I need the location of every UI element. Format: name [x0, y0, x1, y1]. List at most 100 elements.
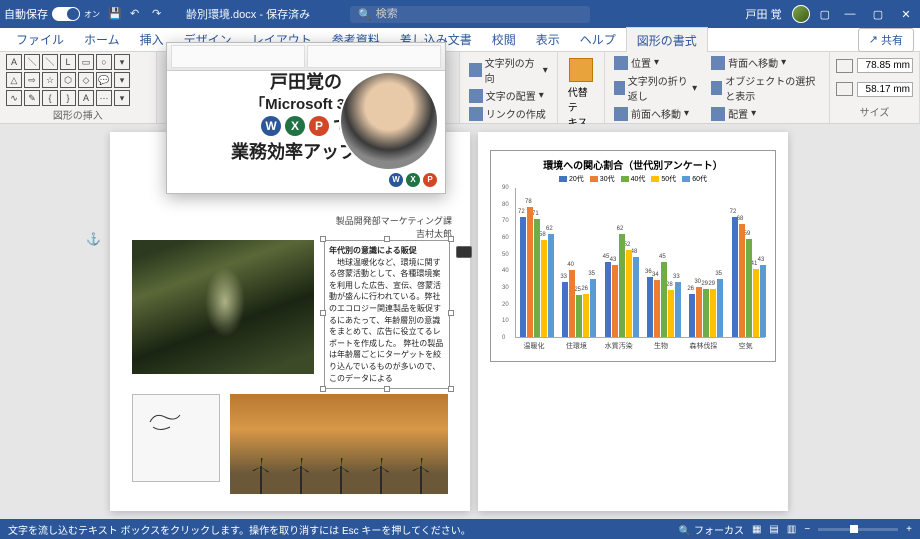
position-icon: [614, 56, 628, 70]
selection-handle[interactable]: [384, 236, 390, 242]
selection-handle[interactable]: [448, 310, 454, 316]
text-direction-button[interactable]: 文字列の方向 ▾: [466, 54, 551, 86]
clipart-box[interactable]: [132, 394, 220, 482]
tab-help[interactable]: ヘルプ: [570, 27, 626, 52]
shape-hex[interactable]: ⬡: [60, 72, 76, 88]
shape-free[interactable]: ✎: [24, 90, 40, 106]
redo-icon[interactable]: ↷: [152, 7, 166, 21]
autosave-toggle[interactable]: 自動保存 オン: [4, 6, 100, 22]
height-field[interactable]: [836, 58, 913, 73]
selection-handle[interactable]: [384, 386, 390, 392]
focus-mode-button[interactable]: 🔍 フォーカス: [679, 522, 744, 537]
tab-file[interactable]: ファイル: [6, 27, 74, 52]
shape-callout[interactable]: 💬: [96, 72, 112, 88]
page-2: 環境への関心割合（世代別アンケート） 20代30代40代50代60代 01020…: [478, 132, 788, 511]
title-bar: 自動保存 オン 💾 ↶ ↷ 齢別環境.docx - 保存済み 🔍 戸田 覚 ▢ …: [0, 0, 920, 28]
view-read-icon[interactable]: ▤: [769, 524, 778, 535]
window-controls: — ▢ ✕: [840, 8, 916, 21]
group-size: サイズ: [830, 52, 920, 123]
zoom-out-icon[interactable]: −: [804, 524, 810, 535]
text-box-selected[interactable]: 年代別の意識による販促 地球温暖化など、環境に関する啓蒙活動として、各種環境案を…: [324, 240, 450, 389]
group-accessibility: 代替テ キスト アクセシ…: [558, 52, 605, 123]
height-input[interactable]: [857, 58, 913, 73]
shape-line[interactable]: ＼: [24, 54, 40, 70]
shape-expand[interactable]: ▾: [114, 90, 130, 106]
shape-rect[interactable]: ▭: [78, 54, 94, 70]
zoom-in-icon[interactable]: +: [906, 524, 912, 535]
text-align-button[interactable]: 文字の配置 ▾: [466, 87, 551, 104]
save-icon[interactable]: 💾: [108, 7, 122, 21]
sunset-image[interactable]: [230, 394, 448, 494]
view-print-icon[interactable]: ▦: [752, 524, 761, 535]
wrap-button[interactable]: 文字列の折り返し ▾: [611, 72, 700, 104]
group-insert-shapes: A ＼ ＼ L ▭ ○ ▾ △ ⇨ ☆ ⬡ ◇ 💬 ▾ ∿ ✎ { } A ⋯ …: [0, 52, 157, 123]
bring-forward-button[interactable]: 前面へ移動 ▾: [611, 105, 700, 122]
tab-shape-format[interactable]: 図形の書式: [626, 27, 708, 53]
selection-handle[interactable]: [320, 236, 326, 242]
user-name[interactable]: 戸田 覚: [746, 6, 782, 22]
selection-handle[interactable]: [448, 236, 454, 242]
shape-arrow[interactable]: ⇨: [24, 72, 40, 88]
chart-legend: 20代30代40代50代60代: [497, 174, 769, 184]
shape-star[interactable]: ☆: [42, 72, 58, 88]
tab-home[interactable]: ホーム: [74, 27, 130, 52]
width-input[interactable]: [857, 82, 913, 97]
align-icon: [711, 107, 725, 121]
toggle-switch[interactable]: [52, 7, 80, 21]
search-box[interactable]: 🔍: [350, 6, 590, 23]
text-overflow-icon[interactable]: [456, 246, 472, 258]
shape-diamond[interactable]: ◇: [78, 72, 94, 88]
shape-triangle[interactable]: △: [6, 72, 22, 88]
shape-oval[interactable]: ○: [96, 54, 112, 70]
ribbon-tabs: ファイル ホーム 挿入 デザイン レイアウト 参考資料 差し込み文書 校閲 表示…: [0, 28, 920, 52]
chart[interactable]: 環境への関心割合（世代別アンケート） 20代30代40代50代60代 01020…: [490, 150, 776, 362]
autosave-state: オン: [84, 9, 100, 20]
zoom-slider[interactable]: [818, 528, 898, 531]
position-button[interactable]: 位置 ▾: [611, 54, 700, 71]
minimize-icon[interactable]: —: [840, 8, 860, 21]
selection-handle[interactable]: [448, 386, 454, 392]
document-title: 齢別環境.docx - 保存済み: [186, 6, 310, 22]
align-button[interactable]: 配置 ▾: [708, 105, 823, 122]
forest-image[interactable]: [132, 240, 314, 374]
shape-brace2[interactable]: }: [60, 90, 76, 106]
forward-icon: [614, 107, 628, 121]
create-link-button[interactable]: リンクの作成: [466, 105, 551, 122]
close-icon[interactable]: ✕: [896, 8, 916, 21]
ribbon-display-icon[interactable]: ▢: [820, 8, 830, 21]
shapes-gallery[interactable]: A ＼ ＼ L ▭ ○ ▾ △ ⇨ ☆ ⬡ ◇ 💬 ▾ ∿ ✎ { } A ⋯ …: [6, 54, 150, 106]
selection-handle[interactable]: [320, 310, 326, 316]
undo-icon[interactable]: ↶: [130, 7, 144, 21]
shape-brace[interactable]: {: [42, 90, 58, 106]
banner-photo: [339, 71, 439, 171]
shape-more[interactable]: ▾: [114, 54, 130, 70]
avatar[interactable]: [792, 5, 810, 23]
tab-view[interactable]: 表示: [526, 27, 570, 52]
group-label-shapes: 図形の挿入: [6, 107, 150, 122]
autosave-label: 自動保存: [4, 6, 48, 22]
share-button[interactable]: ↗ 共有: [858, 28, 914, 52]
view-web-icon[interactable]: ▥: [787, 524, 796, 535]
shape-text[interactable]: A: [78, 90, 94, 106]
selection-handle[interactable]: [320, 386, 326, 392]
status-message: 文字を流し込むテキスト ボックスをクリックします。操作を取り消すには Esc キ…: [8, 522, 471, 537]
excel-badge: X: [285, 116, 305, 136]
anchor-icon: ⚓: [86, 232, 100, 246]
search-input[interactable]: [376, 8, 582, 20]
maximize-icon[interactable]: ▢: [868, 8, 888, 21]
link-icon: [469, 107, 483, 121]
shape-line2[interactable]: ＼: [42, 54, 58, 70]
selection-pane-button[interactable]: オブジェクトの選択と表示: [708, 72, 823, 104]
shape-textbox[interactable]: A: [6, 54, 22, 70]
shape-more2[interactable]: ⋯: [96, 90, 112, 106]
send-backward-button[interactable]: 背面へ移動 ▾: [708, 54, 823, 71]
document-canvas[interactable]: ⚓ 製品開発部マーケティング課 吉村太郎 年代別の意識による販促 地球温暖化など…: [0, 124, 920, 519]
shape-scroll[interactable]: ▾: [114, 72, 130, 88]
shape-curve[interactable]: ∿: [6, 90, 22, 106]
banner-corner-badges: WXP: [389, 173, 437, 187]
group-arrange: 位置 ▾ 文字列の折り返し ▾ 前面へ移動 ▾ 背面へ移動 ▾ オブジェクトの選…: [605, 52, 830, 123]
width-field[interactable]: [836, 82, 913, 97]
shape-connector[interactable]: L: [60, 54, 76, 70]
body-text: 地球温暖化など、環境に関する啓蒙活動として、各種環境案を利用した広告、宣伝、啓蒙…: [329, 257, 445, 385]
tab-review[interactable]: 校閲: [482, 27, 526, 52]
